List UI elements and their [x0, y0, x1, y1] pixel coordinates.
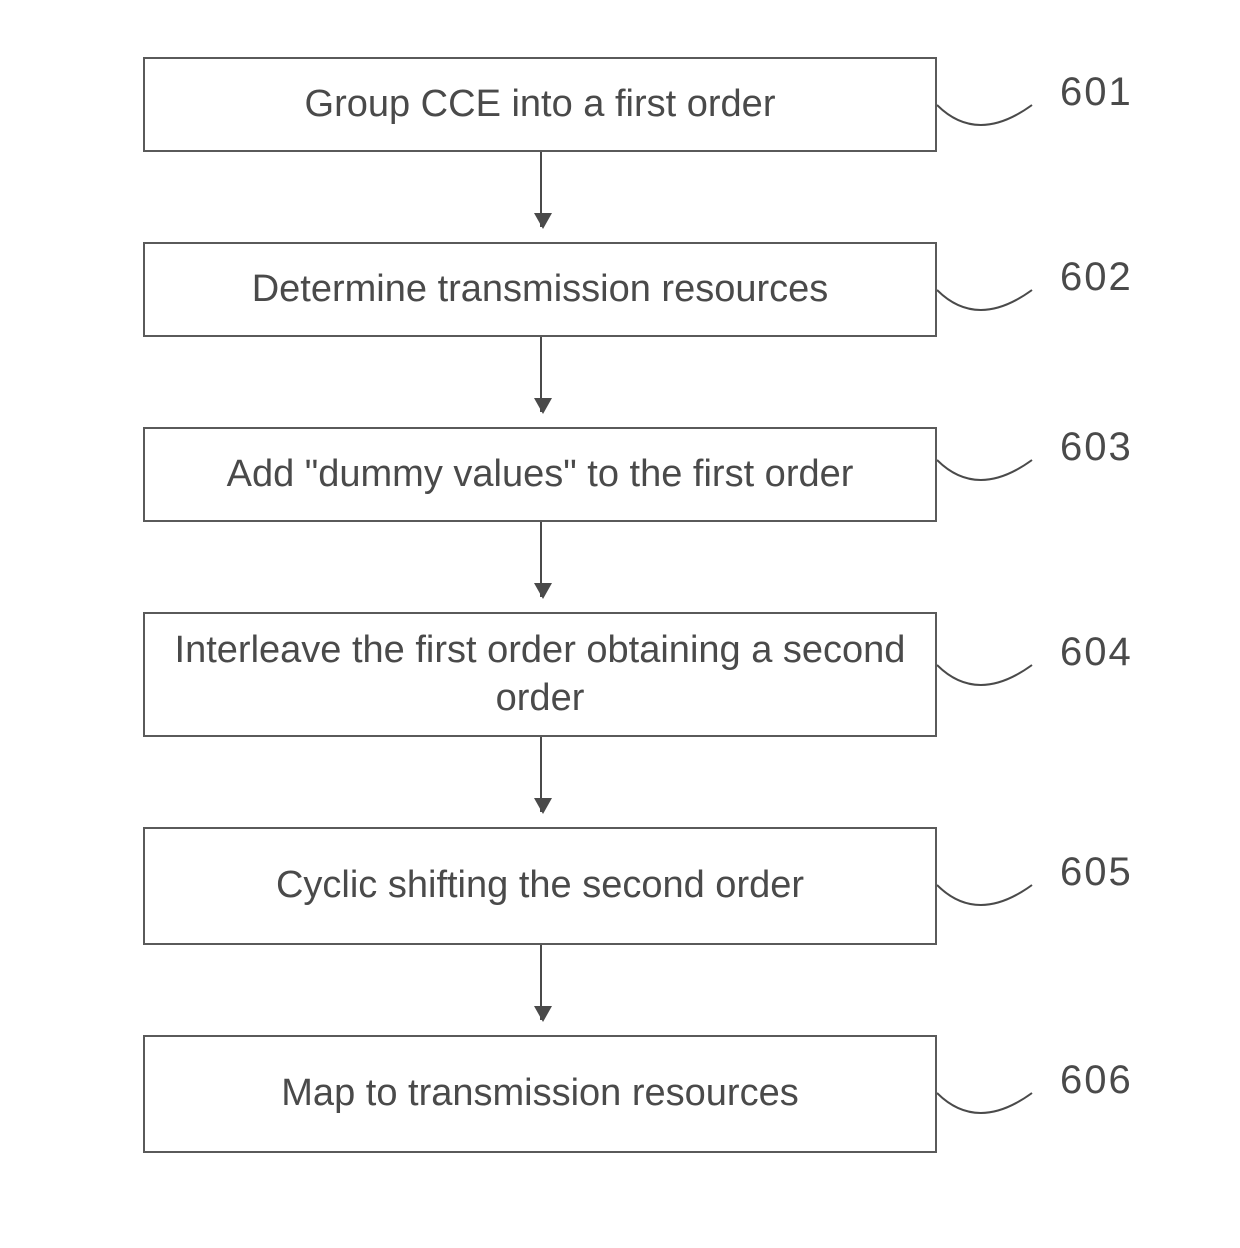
ref-label-3: 603 [1060, 425, 1133, 470]
ref-label-6: 606 [1060, 1058, 1133, 1103]
ref-label-1: 601 [1060, 70, 1133, 115]
arrow-4-5 [540, 737, 542, 812]
arrow-2-3 [540, 337, 542, 412]
leader-line-5 [937, 870, 1047, 910]
step-label-2: Determine transmission resources [252, 266, 829, 314]
leader-line-4 [937, 650, 1047, 690]
leader-line-6 [937, 1078, 1047, 1118]
step-label-6: Map to transmission resources [281, 1070, 798, 1118]
arrow-3-4 [540, 522, 542, 597]
step-box-5: Cyclic shifting the second order [143, 827, 937, 945]
leader-line-2 [937, 275, 1047, 315]
step-box-1: Group CCE into a first order [143, 57, 937, 152]
ref-label-5: 605 [1060, 850, 1133, 895]
step-box-3: Add "dummy values" to the first order [143, 427, 937, 522]
ref-label-2: 602 [1060, 255, 1133, 300]
step-box-2: Determine transmission resources [143, 242, 937, 337]
step-label-5: Cyclic shifting the second order [276, 862, 804, 910]
step-box-6: Map to transmission resources [143, 1035, 937, 1153]
step-box-4: Interleave the first order obtaining a s… [143, 612, 937, 737]
leader-line-1 [937, 90, 1047, 130]
arrow-5-6 [540, 945, 542, 1020]
ref-label-4: 604 [1060, 630, 1133, 675]
flowchart-canvas: Group CCE into a first order 601 Determi… [0, 0, 1240, 1248]
leader-line-3 [937, 445, 1047, 485]
step-label-3: Add "dummy values" to the first order [227, 451, 854, 499]
arrow-1-2 [540, 152, 542, 227]
step-label-1: Group CCE into a first order [305, 81, 776, 129]
step-label-4: Interleave the first order obtaining a s… [163, 627, 917, 722]
